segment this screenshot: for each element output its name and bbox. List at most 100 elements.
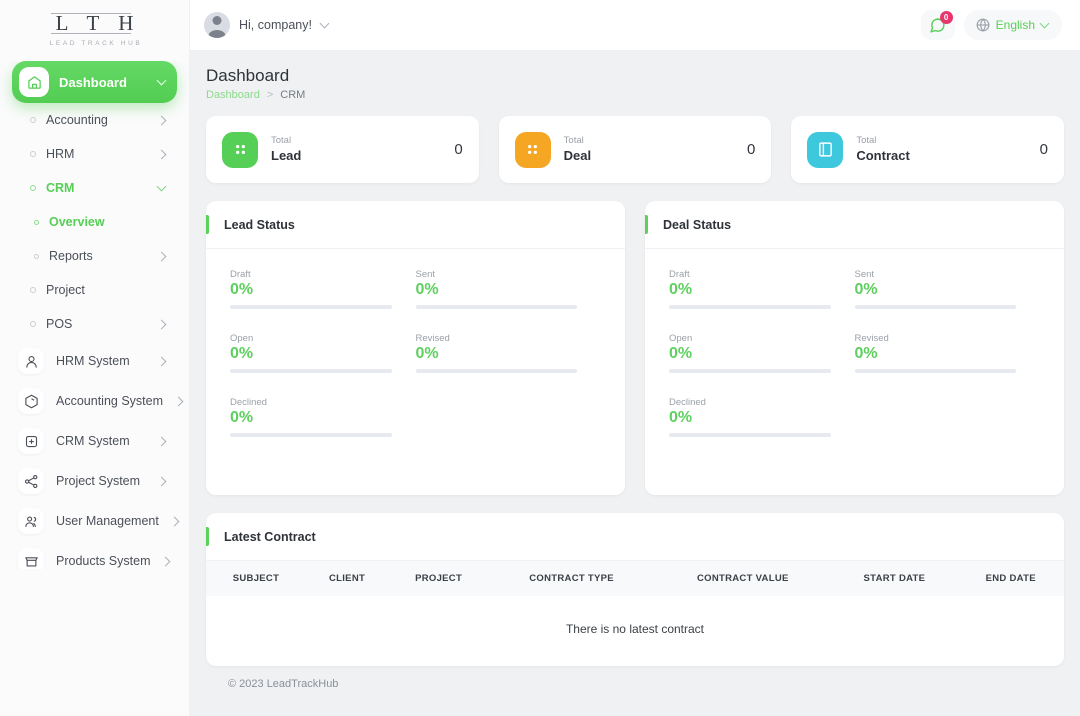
sidebar-item-pos[interactable]: POS	[12, 307, 177, 341]
progress-bar	[669, 369, 831, 373]
crm-icon	[18, 428, 44, 455]
bullet-icon	[34, 219, 39, 225]
breadcrumb-parent[interactable]: Dashboard	[206, 89, 260, 101]
topbar-actions: 0 English	[920, 10, 1062, 40]
sidebar-item-label: Accounting System	[56, 394, 163, 409]
lead-status-draft: Draft 0%	[230, 269, 416, 309]
greeting-text: Hi, company!	[239, 18, 312, 32]
sidebar-item-project-system[interactable]: Project System	[12, 461, 177, 501]
sidebar-item-hrm[interactable]: HRM	[12, 137, 177, 171]
panel-header: Deal Status	[645, 201, 1064, 249]
deal-status-title: Deal Status	[663, 217, 732, 232]
chevron-right-icon	[161, 556, 171, 567]
sidebar-item-accounting-system[interactable]: Accounting System	[12, 381, 184, 421]
stat-label: Revised	[854, 333, 889, 344]
box-icon	[18, 388, 44, 415]
progress-bar	[415, 305, 577, 309]
sidebar-item-products-system[interactable]: Products System	[12, 541, 177, 570]
stat-value: 0%	[230, 345, 254, 362]
brand-tagline: LEAD TRACK HUB	[49, 40, 143, 48]
sidebar-nav: Dashboard Accounting HRM CRM Overview Reports…	[0, 61, 189, 570]
sidebar-item-overview[interactable]: Overview	[12, 205, 177, 239]
sidebar-item-project[interactable]: Project	[12, 273, 177, 307]
stat-card-text: Total Deal	[564, 135, 591, 165]
bullet-icon	[30, 287, 36, 294]
stat-card-subtitle: Total	[856, 134, 877, 146]
stat-card-contract[interactable]: Total Contract 0	[791, 116, 1065, 183]
progress-bar	[854, 369, 1016, 373]
sidebar-item-hrm-system[interactable]: HRM System	[12, 341, 177, 381]
deal-status-open: Open 0%	[669, 333, 855, 373]
chevron-right-icon	[156, 476, 167, 487]
sidebar-item-dashboard[interactable]: Dashboard	[12, 61, 177, 104]
progress-bar	[230, 433, 392, 437]
app-root: L T H LEAD TRACK HUB Dashboard Accounting…	[0, 0, 1080, 716]
sidebar-item-label: User Management	[56, 514, 159, 529]
stat-card-value: 0	[1039, 141, 1049, 158]
column-header: CONTRACT TYPE	[529, 573, 614, 584]
language-selector[interactable]: English	[963, 10, 1062, 40]
stat-label: Open	[230, 333, 254, 344]
user-menu[interactable]: Hi, company!	[204, 12, 330, 38]
footer-copyright: © 2023 LeadTrackHub	[228, 678, 339, 690]
bullet-icon	[30, 185, 36, 192]
sidebar: L T H LEAD TRACK HUB Dashboard Accounting…	[0, 0, 190, 716]
stat-label: Sent	[415, 269, 436, 280]
stat-card-name: Lead	[271, 147, 302, 163]
products-icon	[18, 548, 44, 570]
sidebar-item-reports[interactable]: Reports	[12, 239, 177, 273]
stat-label: Revised	[415, 333, 450, 344]
sidebar-item-label: CRM System	[56, 434, 130, 449]
stat-value: 0%	[230, 281, 254, 298]
stat-value: 0%	[669, 281, 693, 298]
notifications-button[interactable]: 0	[920, 10, 955, 40]
sidebar-item-accounting[interactable]: Accounting	[12, 103, 177, 137]
progress-bar	[230, 369, 392, 373]
avatar	[204, 12, 230, 38]
home-icon	[19, 67, 49, 98]
column-header: CONTRACT VALUE	[696, 573, 789, 584]
progress-bar	[230, 305, 392, 309]
chevron-right-icon	[156, 115, 167, 126]
stat-card-lead[interactable]: Total Lead 0	[206, 116, 479, 183]
chevron-right-icon	[169, 516, 180, 527]
table-header-row: SUBJECT CLIENT PROJECT CONTRACT TYPE CONTRAC…	[206, 561, 1064, 596]
stat-label: Draft	[669, 269, 690, 280]
stat-value: 0%	[669, 409, 693, 426]
sidebar-item-crm-system[interactable]: CRM System	[12, 421, 177, 461]
progress-bar	[854, 305, 1016, 309]
page-title: Dashboard	[206, 66, 290, 85]
sidebar-item-label: Accounting	[46, 113, 108, 128]
chevron-down-icon	[1039, 18, 1050, 29]
bullet-icon	[30, 321, 36, 328]
brand-mark: L T H	[49, 11, 141, 35]
stat-card-value: 0	[454, 141, 463, 158]
breadcrumb-separator: >	[266, 89, 274, 101]
sidebar-item-crm[interactable]: CRM	[12, 171, 177, 205]
stat-label: Open	[669, 333, 693, 344]
chevron-right-icon	[156, 149, 167, 160]
lead-stat-grid: Draft 0% Sent 0% Open 0% Revised 0% Declined 0%	[230, 269, 601, 461]
progress-bar	[415, 369, 577, 373]
brand-logo[interactable]: L T H LEAD TRACK HUB	[0, 0, 189, 61]
breadcrumb: Dashboard > CRM	[206, 89, 1064, 101]
grid-icon	[222, 131, 258, 168]
column-header: END DATE	[985, 573, 1036, 584]
panel-header: Latest Contract	[206, 513, 1064, 561]
share-icon	[18, 468, 44, 495]
lead-status-sent: Sent 0%	[415, 269, 602, 309]
sidebar-item-user-management[interactable]: User Management	[12, 501, 180, 541]
table-row: There is no latest contract	[206, 596, 1064, 666]
latest-contract-card: Latest Contract SUBJECT CLIENT PROJECT CONT…	[206, 513, 1064, 666]
main-area: Hi, company! 0 English Dashboard Dashboa…	[190, 0, 1080, 716]
chevron-down-icon	[156, 75, 167, 86]
chevron-down-icon	[156, 181, 167, 192]
stat-card-value: 0	[747, 141, 756, 158]
lead-status-panel: Lead Status Draft 0% Sent 0% Open 0% Revised 0%…	[206, 201, 625, 495]
lead-status-title: Lead Status	[224, 217, 295, 232]
sidebar-fade	[0, 700, 189, 716]
status-panels: Lead Status Draft 0% Sent 0% Open 0% Revised 0%…	[206, 201, 1064, 495]
stat-card-name: Contract	[856, 147, 910, 163]
stat-value: 0%	[669, 345, 693, 362]
stat-card-deal[interactable]: Total Deal 0	[498, 116, 772, 183]
